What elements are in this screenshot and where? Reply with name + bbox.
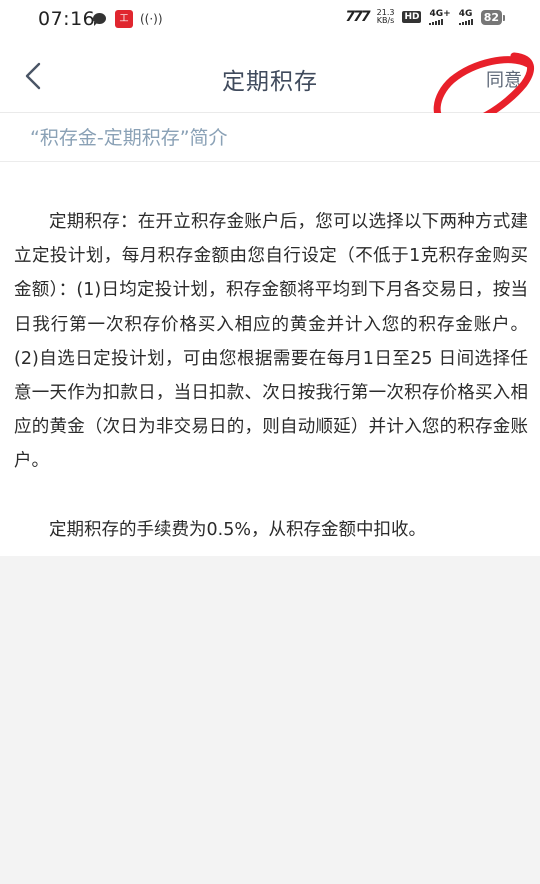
status-bar: 07:16 工 ((·)) 777 21.3 KB/s HD 4G+ 4G 82 <box>0 0 540 40</box>
notification-icons: 工 ((·)) <box>92 10 163 28</box>
network-speed: 21.3 KB/s <box>377 9 395 25</box>
bank-app-icon: 工 <box>115 10 133 28</box>
battery-icon: 82 <box>480 9 506 25</box>
hotspot-icon: ((·)) <box>140 12 163 26</box>
nav-bar: 定期积存 同意 <box>0 40 540 113</box>
fee-paragraph: 定期积存的手续费为0.5%，从积存金额中扣收。 <box>49 520 426 540</box>
agree-button[interactable]: 同意 <box>486 66 522 92</box>
chat-notification-icon <box>92 11 108 27</box>
status-time: 07:16 <box>38 8 96 30</box>
signal-4g-plus-icon: 4G+ <box>429 8 451 25</box>
signal-bars-icon <box>429 18 444 25</box>
page-title: 定期积存 <box>222 69 318 95</box>
system-icons: 777 21.3 KB/s HD 4G+ 4G 82 <box>345 8 506 25</box>
hd-voice-icon: HD <box>402 11 422 23</box>
carrier-logo-icon: 777 <box>345 9 370 25</box>
section-title: “积存金-定期积存”简介 <box>30 127 228 149</box>
signal-4g-plus-label: 4G+ <box>429 8 451 19</box>
signal-bars-icon <box>458 18 473 25</box>
network-speed-unit: KB/s <box>376 16 395 25</box>
signal-4g-icon: 4G <box>458 8 473 25</box>
content-panel: 定期积存：在开立积存金账户后，您可以选择以下两种方式建立定投计划，每月积存金额由… <box>0 162 540 556</box>
signal-4g-label: 4G <box>458 8 473 19</box>
intro-paragraph: 定期积存：在开立积存金账户后，您可以选择以下两种方式建立定投计划，每月积存金额由… <box>14 212 528 472</box>
section-header: “积存金-定期积存”简介 <box>0 113 540 162</box>
